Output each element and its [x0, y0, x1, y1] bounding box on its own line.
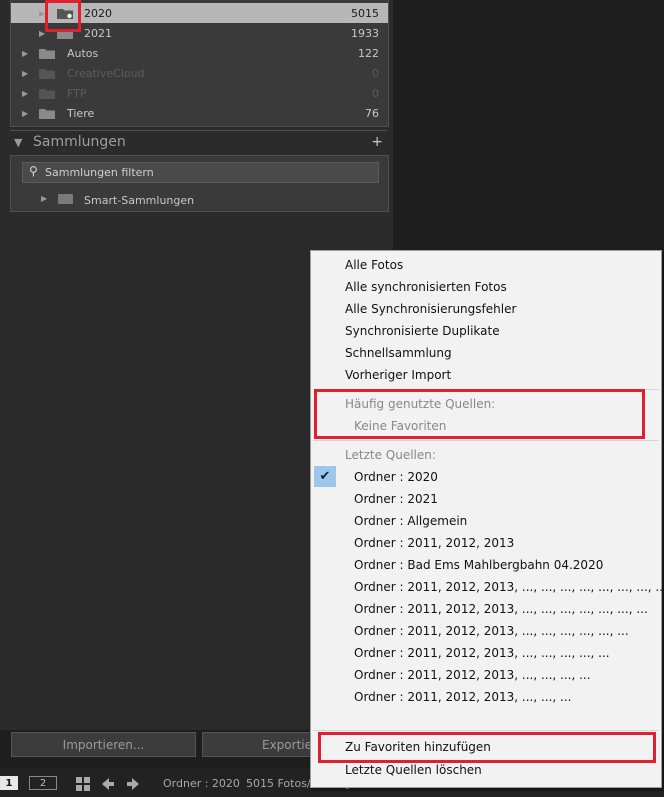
menu-header-recent: Letzte Quellen:	[345, 448, 436, 462]
collections-title: Sammlungen	[33, 134, 126, 150]
smart-collections-label: Smart-Sammlungen	[84, 194, 195, 207]
highlight-box-add-favorite	[318, 732, 656, 763]
folder-label: Autos	[67, 46, 99, 60]
add-collection-icon[interactable]: +	[371, 134, 383, 150]
menu-item-recent[interactable]: Ordner : 2011, 2012, 2013, ..., ..., ...…	[311, 621, 661, 643]
menu-item-all-sync-errors[interactable]: Alle Synchronisierungsfehler	[311, 299, 661, 321]
collections-panel: ⚲ Sammlungen filtern ▶ Smart-Sammlungen	[10, 155, 389, 212]
menu-item-quick-collection[interactable]: Schnellsammlung	[311, 343, 661, 365]
current-source-text[interactable]: Ordner : 2020	[163, 777, 240, 790]
expand-triangle-icon[interactable]: ▶	[22, 109, 28, 118]
folder-count: 5015	[351, 6, 379, 20]
menu-item-recent[interactable]: Ordner : 2020	[311, 467, 661, 489]
expand-triangle-icon[interactable]: ▶	[22, 89, 28, 98]
folder-count: 76	[365, 106, 379, 120]
folder-row-autos[interactable]: ▶ Autos 122	[11, 43, 388, 63]
grid-view-icon[interactable]	[76, 777, 90, 791]
screen-1-button[interactable]: 1	[0, 776, 18, 790]
menu-item-recent[interactable]: Ordner : 2021	[311, 489, 661, 511]
menu-item-recent[interactable]: Ordner : Bad Ems Mahlbergbahn 04.2020	[311, 555, 661, 577]
source-context-menu: Alle Fotos Alle synchronisierten Fotos A…	[310, 250, 664, 788]
smart-collections-item[interactable]: ▶ Smart-Sammlungen	[11, 191, 388, 209]
folder-icon	[39, 109, 55, 119]
menu-item-synced-duplicates[interactable]: Synchronisierte Duplikate	[311, 321, 661, 343]
filter-placeholder: Sammlungen filtern	[45, 166, 154, 179]
folder-count: 0	[372, 86, 379, 100]
folder-row-tiere[interactable]: ▶ Tiere 76	[11, 103, 388, 123]
menu-item-recent[interactable]: Ordner : 2011, 2012, 2013, ..., ..., ...…	[311, 665, 661, 687]
folder-row-ftp[interactable]: ▶ FTP 0	[11, 83, 388, 103]
expand-triangle-icon[interactable]: ▶	[22, 49, 28, 58]
folder-icon	[39, 89, 55, 99]
folder-count: 0	[372, 66, 379, 80]
menu-item-clear-recent[interactable]: Letzte Quellen löschen	[311, 760, 661, 782]
screen-2-button[interactable]: 2	[29, 776, 57, 790]
folder-label: Tiere	[67, 106, 95, 120]
folder-label: 2021	[84, 26, 112, 40]
menu-item-all-synced-photos[interactable]: Alle synchronisierten Fotos	[311, 277, 661, 299]
highlight-box-folder-icon	[45, 0, 81, 32]
folder-row-creativecloud[interactable]: ▶ CreativeCloud 0	[11, 63, 388, 83]
smart-collection-icon	[58, 194, 73, 204]
folder-label: 2020	[84, 6, 112, 20]
import-button[interactable]: Importieren...	[11, 732, 196, 757]
folder-count: 122	[358, 46, 379, 60]
search-icon: ⚲	[29, 164, 38, 178]
menu-item-recent[interactable]: Ordner : Allgemein	[311, 511, 661, 533]
menu-item-recent[interactable]: Ordner : 2011, 2012, 2013, ..., ..., ...	[311, 687, 661, 709]
background	[393, 0, 664, 250]
expand-triangle-icon[interactable]: ▶	[41, 194, 47, 203]
folder-count: 1933	[351, 26, 379, 40]
back-arrow-icon[interactable]	[101, 777, 115, 791]
menu-item-recent[interactable]: Ordner : 2011, 2012, 2013, ..., ..., ...…	[311, 643, 661, 665]
collections-filter-input[interactable]: ⚲ Sammlungen filtern	[22, 162, 379, 183]
expand-triangle-icon[interactable]: ▶	[22, 69, 28, 78]
folder-label: FTP	[67, 86, 87, 100]
folder-icon	[39, 49, 55, 59]
menu-item-recent[interactable]: Ordner : 2011, 2012, 2013	[311, 533, 661, 555]
collapse-triangle-icon[interactable]: ▼	[14, 136, 22, 149]
collections-header[interactable]: ▼ Sammlungen +	[10, 130, 387, 155]
menu-separator	[313, 440, 659, 441]
menu-item-all-photos[interactable]: Alle Fotos	[311, 255, 661, 277]
menu-item-previous-import[interactable]: Vorheriger Import	[311, 365, 661, 387]
menu-item-recent[interactable]: Ordner : 2011, 2012, 2013, ..., ..., ...…	[311, 599, 661, 621]
highlight-box-favorites	[314, 389, 645, 439]
menu-item-recent[interactable]: Ordner : 2011, 2012, 2013, ..., ..., ...…	[311, 577, 664, 599]
folder-icon	[39, 69, 55, 79]
forward-arrow-icon[interactable]	[126, 777, 140, 791]
menu-separator	[313, 730, 659, 731]
folder-label: CreativeCloud	[67, 66, 145, 80]
